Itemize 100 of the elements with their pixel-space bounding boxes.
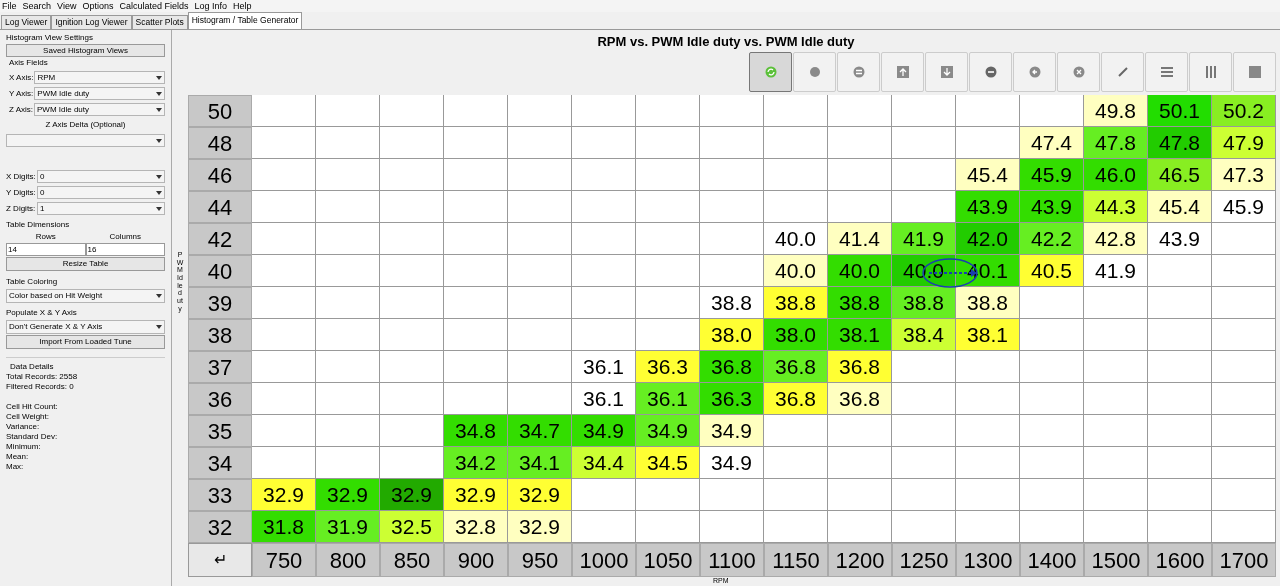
- dropdown[interactable]: 1: [37, 202, 165, 215]
- table-cell: [252, 159, 316, 191]
- section-label: Data Details: [10, 362, 55, 372]
- table-cell: [252, 191, 316, 223]
- columns-button[interactable]: [1189, 52, 1232, 92]
- table-cell: [1212, 511, 1276, 543]
- menu-item[interactable]: Help: [233, 1, 252, 11]
- menu-item[interactable]: Log Info: [194, 1, 227, 11]
- table-cell: 38.1: [828, 319, 892, 351]
- table-cell: [316, 447, 380, 479]
- tab[interactable]: Ignition Log Viewer: [51, 15, 132, 29]
- table-cell: [1020, 383, 1084, 415]
- table-cell: 50.1: [1148, 95, 1212, 127]
- arrow-down-icon: [940, 66, 953, 78]
- table-cell: [380, 447, 444, 479]
- table-cell: [380, 351, 444, 383]
- down-button[interactable]: [925, 52, 968, 92]
- column-header: 1250: [892, 543, 956, 577]
- menu-item[interactable]: Search: [22, 1, 52, 11]
- table-cell: [1212, 255, 1276, 287]
- tab[interactable]: Log Viewer: [1, 15, 52, 29]
- caret-icon: [156, 325, 162, 329]
- table-cell: [444, 191, 508, 223]
- corner-button[interactable]: ↵: [188, 543, 252, 577]
- minus-button[interactable]: [969, 52, 1012, 92]
- dropdown[interactable]: Color based on Hit Weight: [6, 289, 165, 303]
- axis-label: X Axis:: [9, 72, 34, 83]
- dropdown[interactable]: Don't Generate X & Y Axis: [6, 320, 165, 334]
- equals-button[interactable]: [837, 52, 880, 92]
- table-cell: [252, 255, 316, 287]
- up-button[interactable]: [881, 52, 924, 92]
- table-cell: 40.0: [764, 223, 828, 255]
- table-cell: [636, 287, 700, 319]
- table-cell: [508, 223, 572, 255]
- table-cell: [828, 447, 892, 479]
- dropdown[interactable]: PWM Idle duty: [34, 87, 165, 100]
- table-cell: [1020, 415, 1084, 447]
- table-cell: [1212, 383, 1276, 415]
- dropdown[interactable]: 0: [37, 170, 165, 183]
- table-cell: [572, 511, 636, 543]
- caret-icon: [156, 206, 162, 211]
- import-tune-button[interactable]: Import From Loaded Tune: [6, 335, 165, 349]
- table-cell: [380, 127, 444, 159]
- menu-item[interactable]: Options: [82, 1, 114, 11]
- stat-label: Cell Hit Count:: [6, 402, 59, 412]
- dropdown[interactable]: 0: [37, 186, 165, 199]
- clear-button[interactable]: [1057, 52, 1100, 92]
- menu-item[interactable]: Calculated Fields: [119, 1, 189, 11]
- columns-input[interactable]: 16: [85, 243, 165, 256]
- table-cell: [956, 415, 1020, 447]
- table-cell: [1084, 319, 1148, 351]
- table-cell: 36.1: [572, 383, 636, 415]
- rows-button[interactable]: [1145, 52, 1188, 92]
- table-cell: 34.8: [444, 415, 508, 447]
- table-cell: [892, 383, 956, 415]
- table-cell: [444, 319, 508, 351]
- table-cell: 31.8: [252, 511, 316, 543]
- table-cell: 45.4: [1148, 191, 1212, 223]
- square-button[interactable]: [1233, 52, 1276, 92]
- table-cell: [252, 383, 316, 415]
- dropdown[interactable]: [6, 134, 165, 147]
- table-cell: [892, 127, 956, 159]
- table-cell: [1148, 255, 1212, 287]
- rows-input[interactable]: 14: [6, 243, 86, 256]
- section-label: Table Coloring: [6, 277, 59, 287]
- table-cell: [1020, 95, 1084, 127]
- table-cell: [508, 287, 572, 319]
- table-cell: 38.8: [956, 287, 1020, 319]
- tab[interactable]: Histogram / Table Generator: [187, 12, 303, 29]
- table-cell: [764, 415, 828, 447]
- table-cell: 40.0: [764, 255, 828, 287]
- table-cell: [316, 223, 380, 255]
- tab[interactable]: Scatter Plots: [131, 15, 188, 29]
- table-cell: [252, 287, 316, 319]
- dropdown[interactable]: RPM: [34, 71, 165, 84]
- square-icon: [1248, 66, 1261, 78]
- menu-item[interactable]: File: [2, 1, 17, 11]
- arrow-left-icon: [1028, 66, 1041, 78]
- row-header: 34: [188, 447, 252, 479]
- menu-item[interactable]: View: [57, 1, 77, 11]
- refresh-button[interactable]: [749, 52, 792, 92]
- dot-button[interactable]: [793, 52, 836, 92]
- table-cell: [892, 191, 956, 223]
- table-cell: [316, 383, 380, 415]
- table-cell: [892, 447, 956, 479]
- table-cell: [572, 127, 636, 159]
- table-cell: [636, 95, 700, 127]
- table-cell: [764, 479, 828, 511]
- dropdown[interactable]: PWM Idle duty: [34, 103, 165, 116]
- table-cell: 38.8: [764, 287, 828, 319]
- row-header: 38: [188, 319, 252, 351]
- table-cell: 47.8: [1148, 127, 1212, 159]
- table-cell: 38.8: [892, 287, 956, 319]
- row-header: 48: [188, 127, 252, 159]
- saved-views-button[interactable]: Saved Histogram Views: [6, 44, 165, 57]
- stat-label: Max:: [6, 462, 25, 472]
- table-cell: [892, 159, 956, 191]
- resize-table-button[interactable]: Resize Table: [6, 257, 165, 271]
- left-button[interactable]: [1013, 52, 1056, 92]
- table-cell: [252, 95, 316, 127]
